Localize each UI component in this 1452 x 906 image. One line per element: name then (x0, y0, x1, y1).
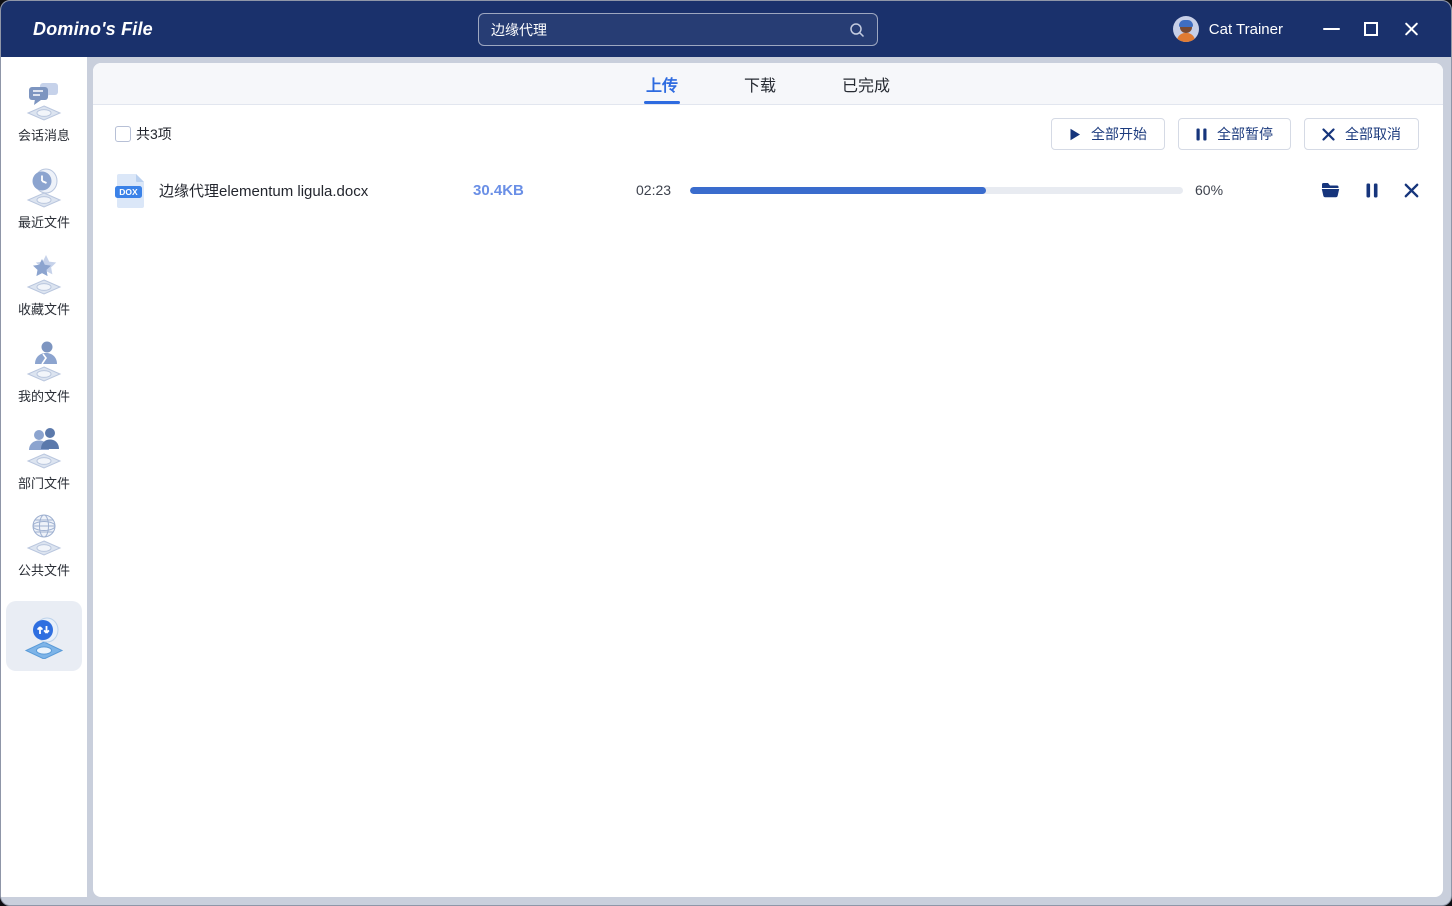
tab-bar: 上传 下载 已完成 (93, 63, 1443, 105)
my-files-icon (21, 336, 67, 382)
avatar-cap (1179, 20, 1193, 27)
user-avatar[interactable] (1173, 16, 1199, 42)
maximize-button[interactable] (1351, 11, 1391, 47)
tab-download[interactable]: 下载 (742, 63, 778, 104)
close-icon (1404, 183, 1419, 198)
window-controls (1311, 11, 1431, 47)
cancel-all-button[interactable]: 全部取消 (1304, 118, 1419, 150)
pause-icon (1366, 183, 1378, 198)
department-files-icon (21, 423, 67, 469)
sidebar-item-public-files[interactable]: 公共文件 (6, 504, 82, 589)
transfer-row: DOX 边缘代理elementum ligula.docx 30.4KB 02:… (93, 168, 1443, 212)
tab-completed-label: 已完成 (842, 72, 890, 96)
docx-file-icon: DOX (115, 172, 147, 208)
cancel-all-label: 全部取消 (1345, 124, 1401, 144)
avatar-body (1177, 33, 1195, 42)
toolbar: 共3项 全部开始 全部暂停 (93, 105, 1443, 158)
folder-icon (1321, 182, 1340, 198)
sidebar-item-transfer-list[interactable] (6, 601, 82, 671)
row-actions (1231, 182, 1419, 198)
pause-icon (1196, 128, 1207, 141)
tab-download-label: 下载 (744, 72, 776, 96)
progress-percent-label: 60% (1195, 182, 1231, 198)
minimize-icon (1323, 28, 1340, 30)
time-remaining: 02:23 (636, 182, 676, 198)
main-panel: 上传 下载 已完成 共3项 全部开始 (93, 63, 1443, 897)
sidebar-item-label: 会话消息 (18, 125, 70, 144)
sidebar-item-label: 收藏文件 (18, 299, 70, 318)
cancel-icon (1322, 128, 1335, 141)
sidebar-item-label: 部门文件 (18, 473, 70, 492)
recent-files-icon (21, 162, 67, 208)
transfer-list-icon (21, 613, 67, 659)
public-files-icon (21, 510, 67, 556)
svg-text:DOX: DOX (119, 187, 138, 197)
start-all-button[interactable]: 全部开始 (1051, 118, 1165, 150)
sidebar-item-department-files[interactable]: 部门文件 (6, 417, 82, 502)
pause-all-label: 全部暂停 (1217, 124, 1273, 144)
minimize-button[interactable] (1311, 11, 1351, 47)
cancel-transfer-button[interactable] (1404, 183, 1419, 198)
sidebar-item-my-files[interactable]: 我的文件 (6, 330, 82, 415)
sidebar: 会话消息 最近文件 收藏文件 (1, 57, 87, 897)
sidebar-item-favorite-files[interactable]: 收藏文件 (6, 243, 82, 328)
tab-upload-label: 上传 (646, 72, 678, 96)
open-folder-button[interactable] (1321, 182, 1340, 198)
close-icon (1404, 22, 1419, 37)
search-input[interactable] (479, 14, 849, 45)
progress-bar (690, 187, 1183, 194)
favorite-files-icon (21, 249, 67, 295)
tab-upload[interactable]: 上传 (644, 63, 680, 104)
pause-transfer-button[interactable] (1366, 183, 1378, 198)
select-all-checkbox[interactable] (115, 126, 131, 142)
item-count-label: 共3项 (136, 124, 172, 144)
user-name: Cat Trainer (1209, 21, 1283, 38)
pause-all-button[interactable]: 全部暂停 (1178, 118, 1291, 150)
titlebar-right: Cat Trainer (1173, 1, 1451, 57)
sidebar-item-label: 最近文件 (18, 212, 70, 231)
progress-fill (690, 187, 986, 194)
chat-messages-icon (21, 75, 67, 121)
app-title: Domino's File (33, 19, 153, 40)
sidebar-item-label: 我的文件 (18, 386, 70, 405)
play-icon (1069, 128, 1081, 141)
sidebar-item-session-messages[interactable]: 会话消息 (6, 69, 82, 154)
file-name: 边缘代理elementum ligula.docx (159, 180, 473, 201)
toolbar-buttons: 全部开始 全部暂停 全部取消 (1051, 118, 1419, 150)
titlebar: Domino's File Cat Trainer (1, 1, 1451, 57)
start-all-label: 全部开始 (1091, 124, 1147, 144)
sidebar-item-label: 公共文件 (18, 560, 70, 579)
active-tab-underline (644, 101, 680, 104)
file-size: 30.4KB (473, 182, 636, 199)
close-button[interactable] (1391, 11, 1431, 47)
search-box[interactable] (478, 13, 878, 46)
search-icon[interactable] (849, 22, 865, 38)
sidebar-item-recent-files[interactable]: 最近文件 (6, 156, 82, 241)
tab-completed[interactable]: 已完成 (840, 63, 892, 104)
maximize-icon (1364, 22, 1378, 36)
app-window: Domino's File Cat Trainer (0, 0, 1452, 906)
